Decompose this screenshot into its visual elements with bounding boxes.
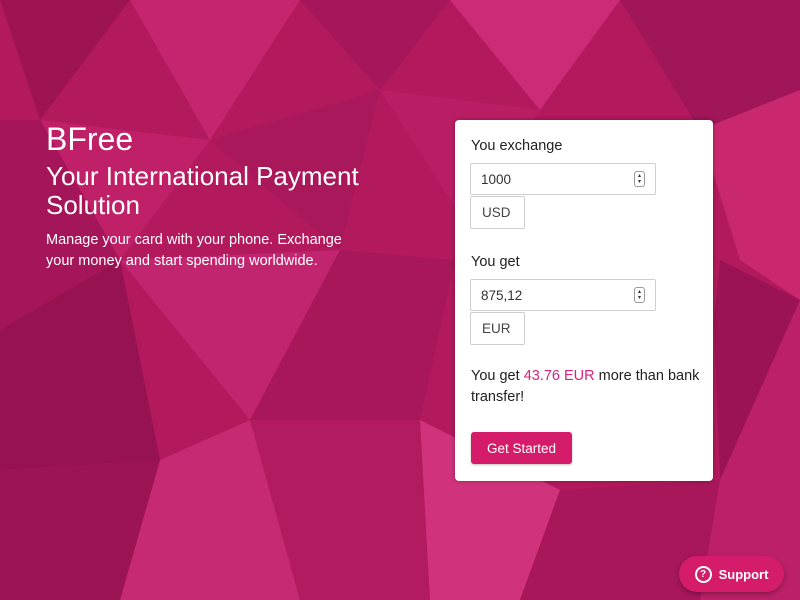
- savings-message: You get 43.76 EUR more than bank transfe…: [471, 366, 707, 408]
- savings-amount: 43.76 EUR: [523, 368, 595, 384]
- get-currency-select[interactable]: EUR: [470, 312, 525, 345]
- exchange-amount-value: 1000: [481, 171, 512, 187]
- question-circle-icon: ?: [694, 565, 712, 583]
- get-amount-value: 875,12: [481, 287, 523, 303]
- exchange-label: You exchange: [471, 138, 563, 154]
- get-label: You get: [471, 254, 520, 270]
- number-spinner-icon[interactable]: ▴ ▾: [634, 171, 645, 187]
- hero-description: Manage your card with your phone. Exchan…: [46, 232, 342, 269]
- exchange-amount-input[interactable]: 1000 ▴ ▾: [470, 163, 656, 195]
- support-label: Support: [718, 566, 769, 582]
- get-started-button[interactable]: Get Started: [471, 432, 572, 464]
- exchange-currency-select[interactable]: USD: [470, 196, 525, 229]
- get-amount-input[interactable]: 875,12 ▴ ▾: [470, 279, 656, 311]
- hero-section: BFree Your International Payment Solutio…: [46, 120, 406, 272]
- exchange-card: You exchange 1000 ▴ ▾ USD You get 875,12 …: [455, 120, 713, 481]
- hero-headline: Your International Payment Solution: [46, 161, 359, 220]
- number-spinner-icon[interactable]: ▴ ▾: [634, 287, 645, 303]
- brand-name: BFree: [46, 121, 134, 157]
- support-button[interactable]: ? Support: [679, 556, 784, 592]
- savings-prefix: You get: [471, 368, 524, 384]
